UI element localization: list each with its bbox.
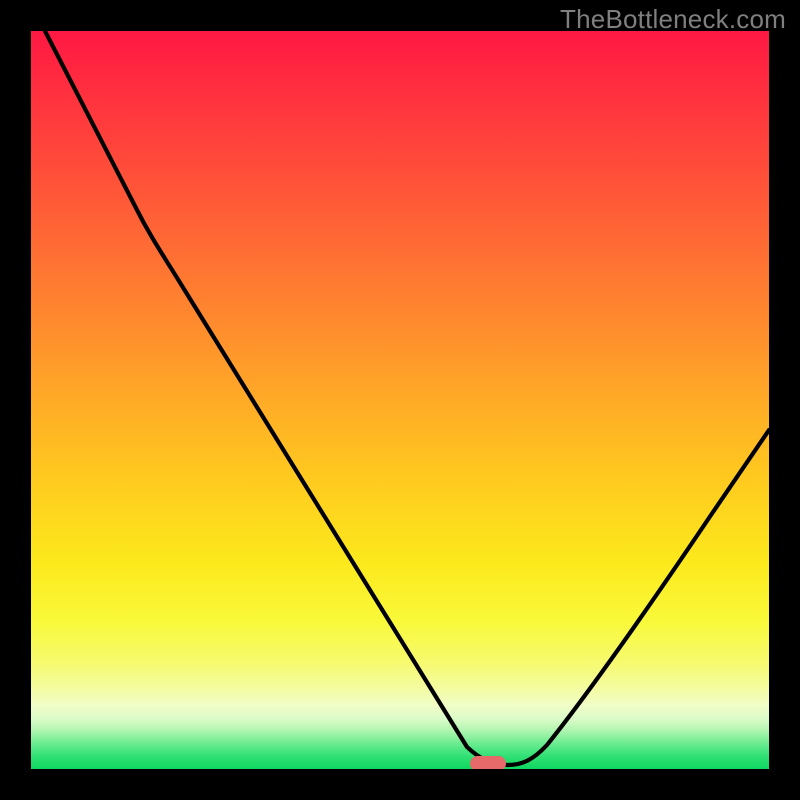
watermark-text: TheBottleneck.com bbox=[560, 4, 786, 35]
chart-frame: TheBottleneck.com bbox=[0, 0, 800, 800]
curve-path bbox=[45, 31, 769, 765]
plot-area bbox=[31, 31, 769, 769]
bottleneck-curve bbox=[31, 31, 769, 769]
optimal-marker bbox=[470, 756, 506, 769]
